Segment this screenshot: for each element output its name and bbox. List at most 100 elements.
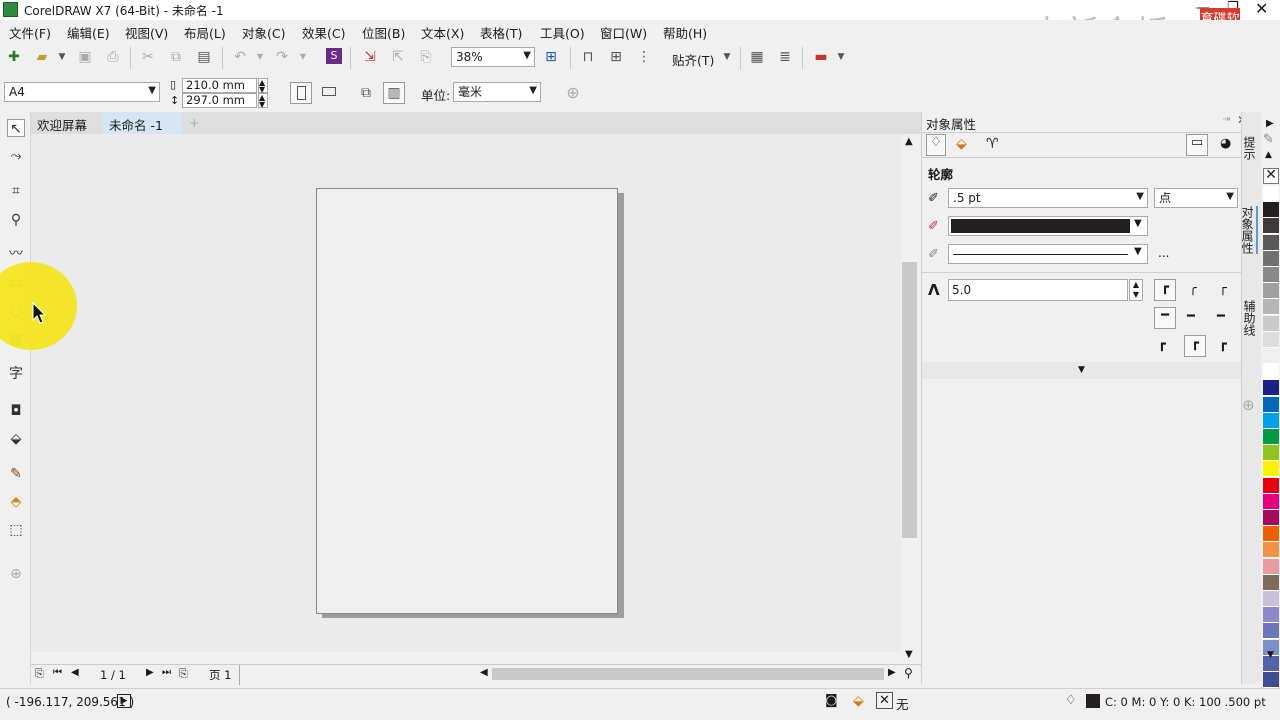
interactive-fill-tool-icon[interactable]: ⬘	[7, 493, 25, 511]
page-tab-1[interactable]: 页 1	[201, 665, 241, 685]
palette-swatch[interactable]	[1263, 186, 1279, 202]
palette-swatch[interactable]	[1263, 477, 1279, 494]
snap-dropdown-icon[interactable]: ▼	[719, 49, 735, 65]
miter-spinner-icon[interactable]: ▲ ▼	[1129, 279, 1143, 301]
pick-tool-icon[interactable]: ↖	[7, 119, 25, 137]
docker-tab-object-properties[interactable]: 对象属性	[1240, 206, 1258, 254]
transparency-tab-icon[interactable]: ♈	[986, 136, 999, 152]
add-icon[interactable]: ⊕	[565, 85, 581, 101]
next-page-icon[interactable]: ▶	[146, 667, 154, 678]
cap-butt-icon[interactable]: ━	[1154, 307, 1176, 329]
menu-file[interactable]: 文件(F)	[9, 23, 51, 42]
shape-tool-icon[interactable]: ⤳	[7, 147, 25, 165]
palette-swatch[interactable]	[1263, 672, 1279, 688]
zoom-navigator-icon[interactable]: ⚲	[904, 666, 913, 680]
no-color-swatch[interactable]: ✕	[1263, 168, 1279, 184]
outline-width-combo[interactable]: .5 pt ▼	[948, 188, 1148, 208]
outline-color-picker[interactable]: ▼	[948, 216, 1148, 236]
palette-swatch[interactable]	[1263, 510, 1279, 526]
add-page-before-icon[interactable]: ⎘	[35, 667, 44, 681]
expand-arrow-icon[interactable]: ▼	[1078, 365, 1085, 375]
palette-swatch[interactable]	[1263, 591, 1279, 607]
scroll-up-icon[interactable]: ▲	[905, 136, 913, 147]
palette-swatch[interactable]	[1263, 364, 1279, 381]
palette-swatch[interactable]	[1263, 218, 1279, 235]
fill-indicator-icon[interactable]: ⬙	[853, 693, 864, 709]
fill-tab-icon[interactable]: ⬙	[956, 136, 967, 152]
menu-edit[interactable]: 编辑(E)	[67, 23, 110, 42]
menu-layout[interactable]: 布局(L)	[184, 23, 226, 42]
new-document-icon[interactable]: ✚	[6, 49, 22, 65]
fill-preview-icon[interactable]: ◕	[1220, 136, 1231, 151]
drawing-page[interactable]	[316, 188, 618, 614]
menu-help[interactable]: 帮助(H)	[663, 23, 707, 42]
palette-swatch[interactable]	[1263, 267, 1279, 283]
palette-swatch[interactable]	[1263, 623, 1279, 640]
palette-swatch[interactable]	[1263, 331, 1279, 348]
all-pages-icon[interactable]: ⧉	[358, 85, 374, 101]
redo-icon[interactable]: ↷	[274, 49, 290, 65]
transparency-tool-icon[interactable]: ⬙	[7, 430, 25, 448]
cap-round-icon[interactable]: ━	[1187, 309, 1195, 324]
redo-dropdown-icon[interactable]: ▼	[295, 49, 311, 65]
palette-swatch[interactable]	[1263, 380, 1279, 397]
palette-swatch[interactable]	[1263, 348, 1279, 364]
color-proof-icon[interactable]: ◙	[825, 693, 838, 708]
launcher-dropdown-icon[interactable]: ▼	[833, 49, 849, 65]
eyedropper-tool-icon[interactable]: ✎	[7, 465, 25, 483]
palette-scroll-up-icon[interactable]: ▲	[1265, 150, 1272, 160]
menu-text[interactable]: 文本(X)	[421, 23, 464, 42]
menu-table[interactable]: 表格(T)	[480, 23, 522, 42]
cut-icon[interactable]: ✂	[140, 49, 156, 65]
first-page-icon[interactable]: ⏮	[53, 667, 62, 678]
portrait-button[interactable]	[290, 82, 312, 104]
palette-swatch[interactable]	[1263, 429, 1279, 445]
import-icon[interactable]: ⇲	[362, 49, 378, 65]
drop-shadow-tool-icon[interactable]: ◘	[7, 402, 25, 420]
undo-icon[interactable]: ↶	[232, 49, 248, 65]
paste-icon[interactable]: ▤	[196, 49, 212, 65]
options-icon[interactable]: ≣	[777, 49, 793, 65]
height-spinner-icon[interactable]: ▲ ▼	[258, 93, 268, 109]
publish-pdf-icon[interactable]: ⎘	[418, 49, 434, 65]
palette-swatch[interactable]	[1263, 412, 1279, 429]
save-icon[interactable]: ▣	[77, 49, 93, 65]
scroll-right-icon[interactable]: ▶	[888, 667, 896, 678]
palette-swatch[interactable]	[1263, 299, 1279, 316]
page-width-input[interactable]: 210.0 mm	[182, 78, 257, 93]
zoom-tool-icon[interactable]: ⚲	[7, 211, 25, 229]
menu-bitmaps[interactable]: 位图(B)	[362, 23, 405, 42]
menu-view[interactable]: 视图(V)	[125, 23, 168, 42]
palette-swatch[interactable]	[1263, 574, 1279, 591]
export-icon[interactable]: ⇱	[390, 49, 406, 65]
corner-bevel-icon[interactable]: ┌	[1219, 281, 1227, 296]
add-docker-icon[interactable]: ⊕	[1242, 396, 1255, 414]
palette-swatch[interactable]	[1263, 526, 1279, 543]
outline-indicator-icon[interactable]: ♢	[1065, 693, 1077, 708]
show-guidelines-icon[interactable]: ⋮	[636, 49, 652, 65]
page-height-input[interactable]: 297.0 mm	[182, 93, 257, 108]
palette-swatch[interactable]	[1263, 250, 1279, 267]
palette-swatch[interactable]	[1263, 315, 1279, 332]
open-dropdown-icon[interactable]: ▼	[54, 49, 70, 65]
palette-eyedropper-icon[interactable]: ✎	[1263, 132, 1274, 147]
scroll-down-icon[interactable]: ▼	[905, 649, 913, 660]
line-style-combo[interactable]: ▼	[948, 244, 1148, 264]
show-grid-icon[interactable]: ⊞	[608, 49, 624, 65]
palette-swatch[interactable]	[1263, 202, 1279, 219]
palette-swatch[interactable]	[1263, 234, 1279, 251]
width-spinner-icon[interactable]: ▲ ▼	[258, 78, 268, 94]
palette-flyout-icon[interactable]: ▶	[1266, 118, 1274, 129]
palette-swatch[interactable]	[1263, 461, 1279, 478]
frame-icon[interactable]: ▭	[1186, 134, 1208, 156]
palette-swatch[interactable]	[1263, 542, 1279, 559]
palette-swatch[interactable]	[1263, 493, 1279, 510]
status-flyout-icon[interactable]: ▶	[117, 694, 131, 708]
zoom-level-combo[interactable]: 38% ▼	[451, 47, 535, 67]
copy-icon[interactable]: ⧉	[168, 49, 184, 65]
position-center-icon[interactable]: ┏	[1184, 335, 1206, 357]
miter-limit-input[interactable]: 5.0	[948, 279, 1128, 301]
smart-fill-tool-icon[interactable]: ⬚	[7, 521, 25, 539]
landscape-icon[interactable]	[322, 87, 336, 96]
position-inside-icon[interactable]: ┏	[1219, 337, 1227, 352]
